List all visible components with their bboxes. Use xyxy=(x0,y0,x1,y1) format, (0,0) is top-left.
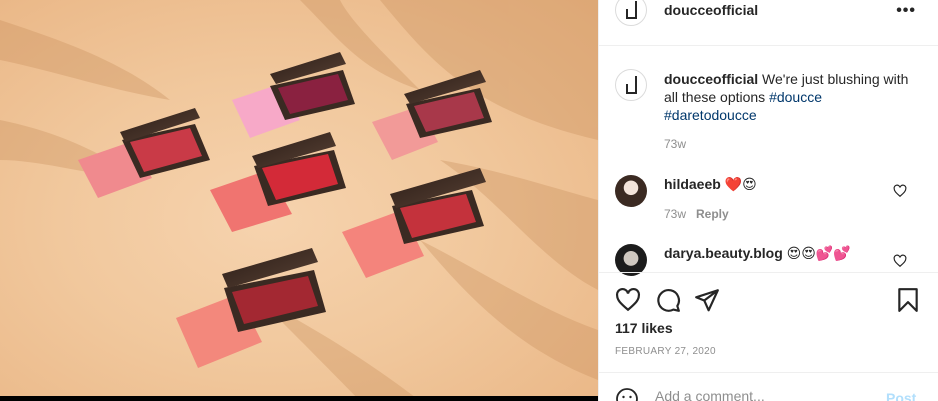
comment-darya: darya.beauty.blog 😍😍💕💕 xyxy=(664,245,851,262)
actions-divider xyxy=(599,272,938,273)
add-comment-row: Post xyxy=(599,372,938,401)
caption-username[interactable]: doucceofficial xyxy=(664,71,758,87)
comment-text: 😍😍💕💕 xyxy=(782,245,851,261)
comment-meta: 73w Reply xyxy=(664,207,729,221)
comment-text: ❤️😍 xyxy=(720,176,757,192)
caption-timestamp[interactable]: 73w xyxy=(664,137,686,151)
post-photo[interactable] xyxy=(0,0,598,401)
logo-icon xyxy=(626,76,637,94)
compact-6 xyxy=(176,248,326,368)
comment-username[interactable]: hildaeeb xyxy=(664,176,721,192)
compact-1 xyxy=(78,108,210,198)
comment-timestamp[interactable]: 73w xyxy=(664,207,686,221)
logo-icon xyxy=(626,1,637,19)
header-avatar[interactable] xyxy=(615,0,647,26)
more-options-button[interactable]: ••• xyxy=(896,2,916,20)
reply-button[interactable]: Reply xyxy=(696,207,729,221)
comment-icon[interactable] xyxy=(655,287,681,313)
blush-palettes-image xyxy=(0,0,598,401)
post-details-panel: doucceofficial ••• doucceofficial We're … xyxy=(599,0,938,401)
comment-username[interactable]: darya.beauty.blog xyxy=(664,245,783,261)
compact-2 xyxy=(232,52,355,138)
add-comment-input[interactable] xyxy=(655,388,875,401)
heart-icon[interactable] xyxy=(615,287,641,313)
bookmark-icon[interactable] xyxy=(895,287,921,313)
hashtag-daretodoucce[interactable]: #daretodoucce xyxy=(664,107,757,123)
emoji-icon[interactable] xyxy=(615,387,639,401)
header-divider xyxy=(599,45,938,46)
share-icon[interactable] xyxy=(694,287,720,313)
comment-hildaeeb: hildaeeb ❤️😍 xyxy=(664,176,757,193)
likes-count[interactable]: 117 likes xyxy=(615,320,673,336)
palm-shadow xyxy=(0,0,598,401)
comment-like-heart-icon[interactable] xyxy=(893,254,907,268)
post-date[interactable]: FEBRUARY 27, 2020 xyxy=(615,346,716,357)
compact-3 xyxy=(372,70,492,160)
caption-avatar[interactable] xyxy=(615,69,647,101)
photo-bottom-edge xyxy=(0,396,598,401)
compact-4 xyxy=(210,132,346,232)
header-username[interactable]: doucceofficial xyxy=(664,2,758,18)
comment-avatar-hildaeeb[interactable] xyxy=(615,175,647,207)
hashtag-doucce[interactable]: #doucce xyxy=(769,89,822,105)
comment-like-heart-icon[interactable] xyxy=(893,184,907,198)
caption: doucceofficial We're just blushing with … xyxy=(664,70,914,124)
post-button[interactable]: Post xyxy=(886,390,916,401)
compact-5 xyxy=(342,168,486,278)
